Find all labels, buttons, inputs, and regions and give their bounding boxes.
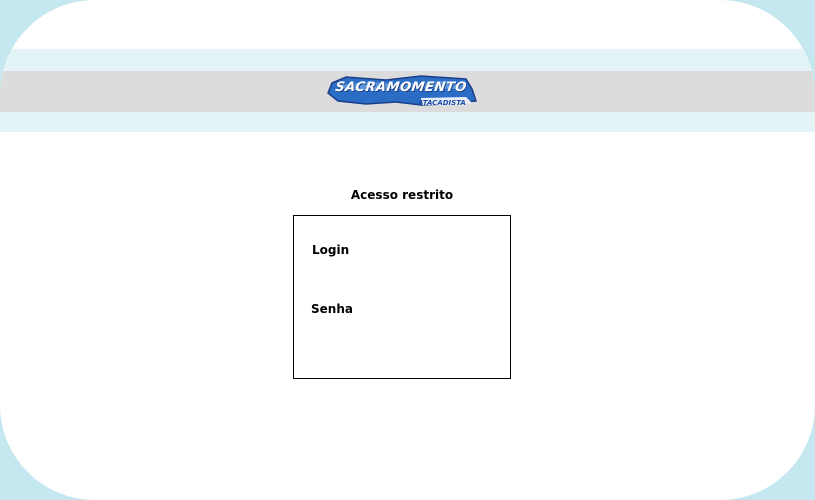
logo-wordmark: SACRAMOMENTO [334, 80, 468, 95]
logo-subtitle: ATACADISTA [418, 99, 466, 107]
page-frame: SACRAMOMENTO ATACADISTA Acesso restrito … [0, 0, 815, 500]
header-band-top [0, 49, 815, 71]
password-label: Senha [311, 302, 353, 316]
login-label: Login [312, 243, 350, 257]
header-band-bottom [0, 112, 815, 132]
login-form-box: Login Senha [293, 215, 511, 379]
sacramomento-logo: SACRAMOMENTO ATACADISTA [326, 75, 478, 109]
restricted-access-title: Acesso restrito [350, 188, 454, 202]
